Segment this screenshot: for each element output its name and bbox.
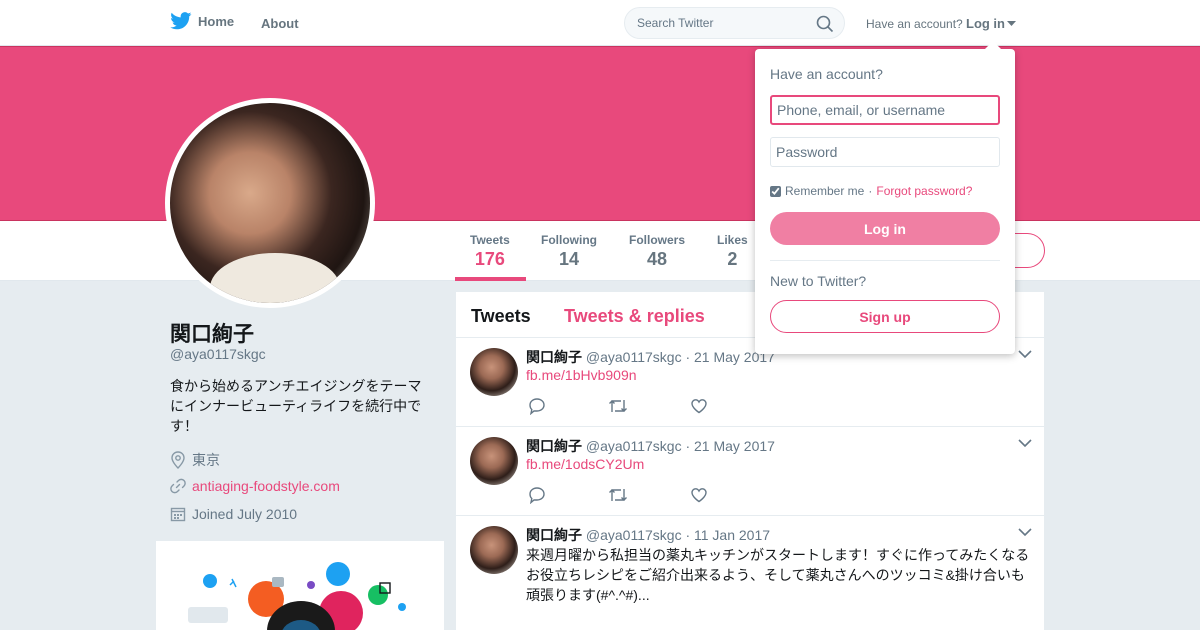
stat-likes-label: Likes — [717, 233, 748, 247]
tweet-actions — [528, 397, 708, 415]
stat-tweets[interactable]: Tweets 176 — [470, 233, 510, 270]
tweet-actions — [528, 486, 708, 504]
profile-avatar[interactable] — [165, 98, 375, 308]
tweet-author-name[interactable]: 関口絢子 — [526, 349, 582, 365]
search-box[interactable] — [624, 7, 845, 39]
reply-icon[interactable] — [528, 397, 546, 415]
location-pin-icon — [171, 451, 185, 469]
tab-tweets-replies[interactable]: Tweets & replies — [564, 306, 705, 327]
search-input[interactable] — [637, 16, 807, 30]
login-dropdown: Have an account? Remember me · Forgot pa… — [755, 41, 1015, 354]
remember-me-row: Remember me · Forgot password? — [770, 184, 972, 198]
promo-illustration-card[interactable] — [156, 541, 444, 630]
heart-icon[interactable] — [690, 486, 708, 504]
stat-likes-value: 2 — [727, 249, 738, 269]
tweet-link[interactable]: fb.me/1bHvb909n — [526, 367, 637, 383]
login-toggle-label: Log in — [966, 16, 1005, 31]
profile-name: 関口絢子 — [170, 323, 254, 346]
profile-location-text: 東京 — [192, 452, 220, 468]
login-dropdown-toggle[interactable]: Log in — [966, 16, 1016, 31]
chevron-down-icon[interactable] — [1018, 350, 1032, 359]
active-stat-underline — [455, 277, 526, 281]
nav-home-label: Home — [198, 13, 235, 29]
link-icon — [170, 478, 186, 494]
stat-following-label: Following — [541, 233, 597, 247]
chevron-down-icon[interactable] — [1018, 528, 1032, 537]
tweet-text: 来週月曜から私担当の薬丸キッチンがスタートします！すぐに作ってみたくなるお役立ち… — [526, 547, 1030, 603]
nav-about-link[interactable]: About — [261, 16, 299, 31]
signup-button[interactable]: Sign up — [770, 300, 1000, 333]
tweet-avatar[interactable] — [470, 348, 518, 396]
remember-separator: · — [868, 184, 873, 198]
twitter-bird-icon — [170, 12, 192, 30]
forgot-password-link[interactable]: Forgot password? — [876, 184, 972, 198]
tweet-header: 関口絢子 @aya0117skgc · 21 May 2017 — [526, 436, 775, 456]
remember-me-checkbox[interactable] — [770, 185, 781, 197]
tweet-header: 関口絢子 @aya0117skgc · 21 May 2017 — [526, 347, 775, 367]
login-button[interactable]: Log in — [770, 212, 1000, 245]
remember-me-label[interactable]: Remember me — [785, 184, 864, 198]
profile-website[interactable]: antiaging-foodstyle.com — [170, 478, 340, 494]
tweet-avatar[interactable] — [470, 526, 518, 574]
avatar-photo — [170, 103, 370, 303]
tweet-header: 関口絢子 @aya0117skgc · 11 Jan 2017 — [526, 525, 770, 545]
heart-icon[interactable] — [690, 397, 708, 415]
search-icon[interactable] — [816, 15, 834, 33]
stat-likes[interactable]: Likes 2 — [717, 233, 748, 270]
new-to-twitter-text: New to Twitter? — [770, 273, 867, 289]
tweet-item[interactable]: 関口絢子 @aya0117skgc · 11 Jan 2017 来週月曜から私担… — [456, 516, 1044, 630]
top-navigation: Home About Have an account? Log in — [0, 0, 1200, 46]
profile-website-link[interactable]: antiaging-foodstyle.com — [192, 478, 340, 494]
username-field[interactable] — [770, 95, 1000, 125]
profile-joined: Joined July 2010 — [170, 506, 297, 522]
have-account-text: Have an account? — [866, 17, 963, 31]
tweet-avatar[interactable] — [470, 437, 518, 485]
nav-home-link[interactable]: Home — [170, 12, 234, 30]
stat-following[interactable]: Following 14 — [541, 233, 597, 270]
caret-down-icon — [1007, 20, 1016, 26]
stat-followers-value: 48 — [646, 249, 668, 269]
tweet-meta[interactable]: @aya0117skgc · 11 Jan 2017 — [586, 527, 770, 543]
calendar-icon — [170, 507, 186, 522]
password-field[interactable] — [770, 137, 1000, 167]
stat-tweets-label: Tweets — [470, 233, 510, 247]
stat-followers-label: Followers — [629, 233, 686, 247]
tab-tweets[interactable]: Tweets — [471, 306, 531, 327]
retweet-icon[interactable] — [608, 397, 628, 415]
reply-icon[interactable] — [528, 486, 546, 504]
profile-handle[interactable]: @aya0117skgc — [170, 346, 266, 362]
promo-illustration — [188, 562, 406, 630]
profile-joined-text: Joined July 2010 — [192, 506, 298, 522]
stat-following-value: 14 — [558, 249, 580, 269]
stat-followers[interactable]: Followers 48 — [629, 233, 685, 270]
tweet-meta[interactable]: @aya0117skgc · 21 May 2017 — [586, 438, 775, 454]
tweet-link[interactable]: fb.me/1odsCY2Um — [526, 456, 644, 472]
profile-location: 東京 — [170, 450, 220, 470]
profile-bio: 食から始めるアンチエイジングをテーマにインナービューティライフを続行中です！ — [170, 378, 422, 434]
dropdown-divider — [770, 260, 1000, 261]
tweet-author-name[interactable]: 関口絢子 — [526, 438, 582, 454]
tweet-author-name[interactable]: 関口絢子 — [526, 527, 582, 543]
chevron-down-icon[interactable] — [1018, 439, 1032, 448]
tweet-item[interactable]: 関口絢子 @aya0117skgc · 21 May 2017 fb.me/1o… — [456, 427, 1044, 516]
retweet-icon[interactable] — [608, 486, 628, 504]
stat-tweets-value: 176 — [474, 249, 505, 269]
login-dropdown-title: Have an account? — [770, 66, 883, 82]
tweet-meta[interactable]: @aya0117skgc · 21 May 2017 — [586, 349, 775, 365]
